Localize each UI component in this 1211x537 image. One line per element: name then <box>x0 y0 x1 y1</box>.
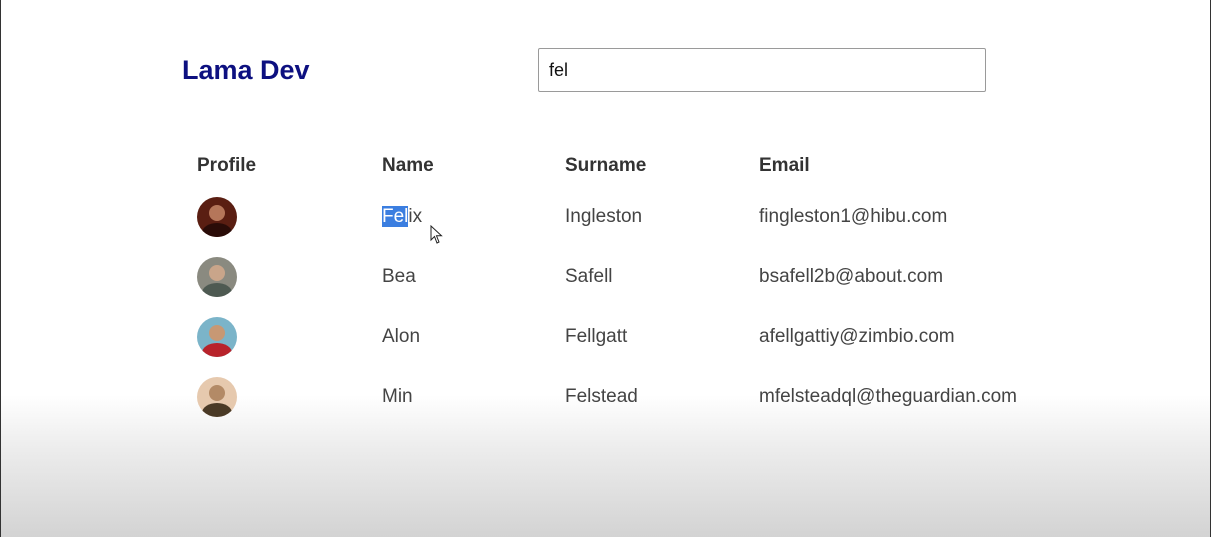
name-cell: Alon <box>371 307 554 367</box>
avatar <box>197 377 237 417</box>
column-header-email: Email <box>759 155 810 176</box>
avatar-head <box>209 205 225 221</box>
table-row: Alon Fellgatt afellgattiy@zimbio.com <box>186 307 1070 367</box>
avatar-body <box>202 283 232 297</box>
name-cell: Bea <box>371 247 554 307</box>
avatar <box>197 197 237 237</box>
surname-cell: Fellgatt <box>565 326 628 347</box>
name-text: Bea <box>382 266 416 287</box>
name-cell: Min <box>371 367 554 427</box>
avatar-body <box>202 343 232 357</box>
profile-cell <box>186 187 371 247</box>
avatar <box>197 257 237 297</box>
mouse-cursor-icon <box>430 225 443 244</box>
profile-cell <box>186 247 371 307</box>
name-text: ix <box>408 206 423 227</box>
search-input[interactable] <box>538 48 986 92</box>
profile-cell <box>186 307 371 367</box>
email-cell: mfelsteadql@theguardian.com <box>759 386 1017 407</box>
avatar-body <box>202 223 232 237</box>
table-row: Felix Ingleston fingleston1@hibu.com <box>186 187 1070 247</box>
surname-cell: Safell <box>565 266 613 287</box>
column-header-name: Name <box>382 155 434 176</box>
name-text: Min <box>382 386 413 407</box>
app-frame: Lama Dev Profile Name Surname Email Feli… <box>0 0 1211 537</box>
search-highlight: Fel <box>382 206 409 227</box>
avatar-head <box>209 325 225 341</box>
column-header-profile: Profile <box>197 155 257 176</box>
email-cell: fingleston1@hibu.com <box>759 206 948 227</box>
app-logo: Lama Dev <box>182 55 310 85</box>
surname-cell: Felstead <box>565 386 638 407</box>
table-row: Min Felstead mfelsteadql@theguardian.com <box>186 367 1070 427</box>
surname-cell: Ingleston <box>565 206 643 227</box>
avatar-head <box>209 265 225 281</box>
profile-cell <box>186 367 371 427</box>
avatar-head <box>209 385 225 401</box>
name-text: Alon <box>382 326 421 347</box>
name-cell: Felix <box>371 187 554 247</box>
column-header-surname: Surname <box>565 155 647 176</box>
users-table: Profile Name Surname Email Felix Inglest… <box>186 145 1070 427</box>
avatar-body <box>202 403 232 417</box>
table-row: Bea Safell bsafell2b@about.com <box>186 247 1070 307</box>
email-cell: bsafell2b@about.com <box>759 266 944 287</box>
email-cell: afellgattiy@zimbio.com <box>759 326 955 347</box>
table-header-row: Profile Name Surname Email <box>186 145 1070 187</box>
avatar <box>197 317 237 357</box>
